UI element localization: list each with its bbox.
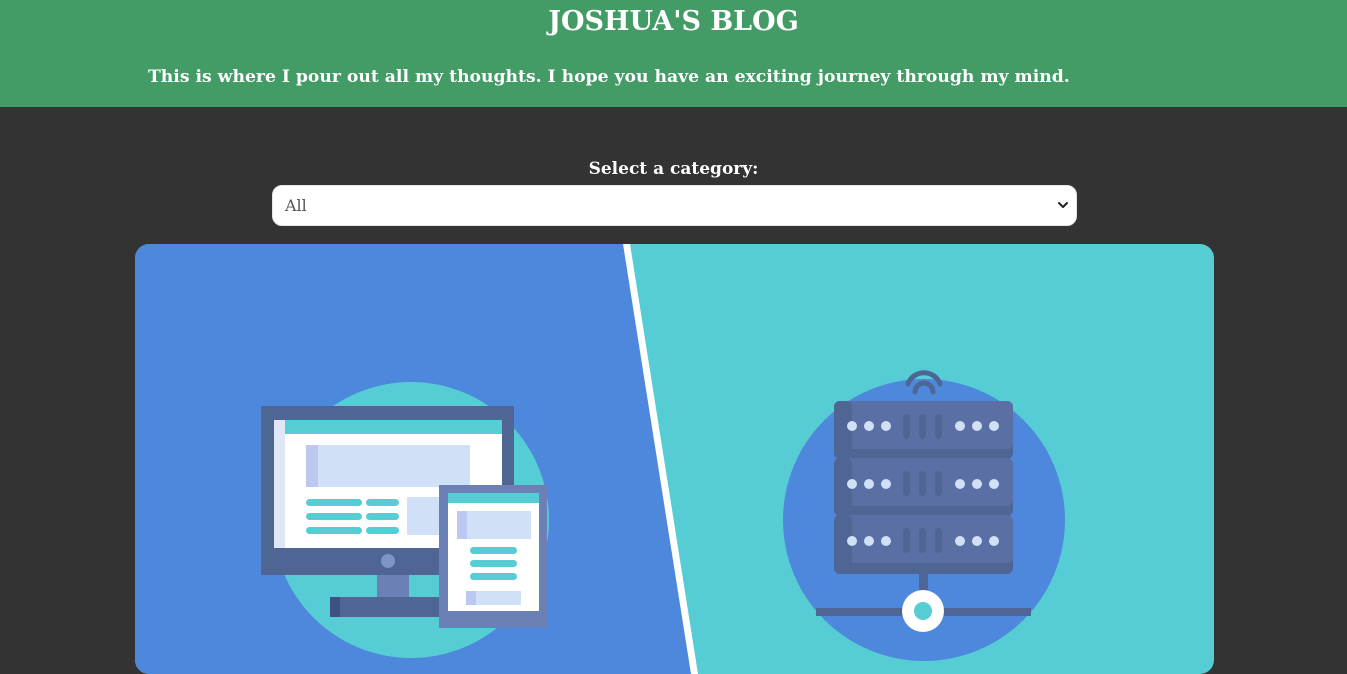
- category-select-label: Select a category:: [588, 159, 759, 179]
- category-select[interactable]: All: [272, 185, 1077, 226]
- hero-banner: [135, 244, 1214, 674]
- site-header: JOSHUA'S BLOG This is where I pour out a…: [0, 0, 1347, 107]
- blog-title: JOSHUA'S BLOG: [548, 6, 799, 37]
- category-select-value: All: [285, 196, 307, 215]
- chevron-down-icon: [1058, 202, 1068, 208]
- blog-tagline: This is where I pour out all my thoughts…: [148, 67, 1070, 87]
